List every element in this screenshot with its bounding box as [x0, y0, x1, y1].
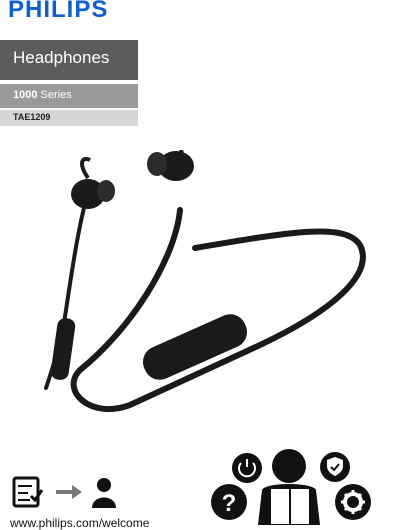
gear-icon — [335, 484, 371, 520]
support-url: www.philips.com/welcome — [10, 516, 150, 530]
checklist-icon — [12, 476, 44, 508]
power-icon — [232, 453, 262, 483]
series-text: 1000 Series — [13, 89, 72, 101]
series-number: 1000 — [13, 89, 38, 101]
series-word: Series — [40, 89, 72, 101]
arrow-right-icon — [56, 485, 82, 499]
neckband-headphones-image — [44, 150, 366, 413]
product-title: Headphones — [13, 48, 110, 67]
bottom-icons: ? — [12, 449, 371, 525]
inline-remote — [50, 318, 76, 380]
reading-person-icon — [258, 449, 320, 525]
help-icon: ? — [211, 484, 247, 520]
shield-check-icon — [320, 452, 350, 482]
brand-logo: PHILIPS — [8, 0, 109, 23]
person-icon — [92, 478, 116, 508]
left-ear-hook — [80, 157, 91, 180]
neckband-cable — [70, 207, 366, 413]
model-number: TAE1209 — [13, 112, 51, 122]
right-eartip — [147, 152, 167, 176]
svg-text:?: ? — [222, 490, 237, 517]
left-eartip — [97, 180, 115, 202]
